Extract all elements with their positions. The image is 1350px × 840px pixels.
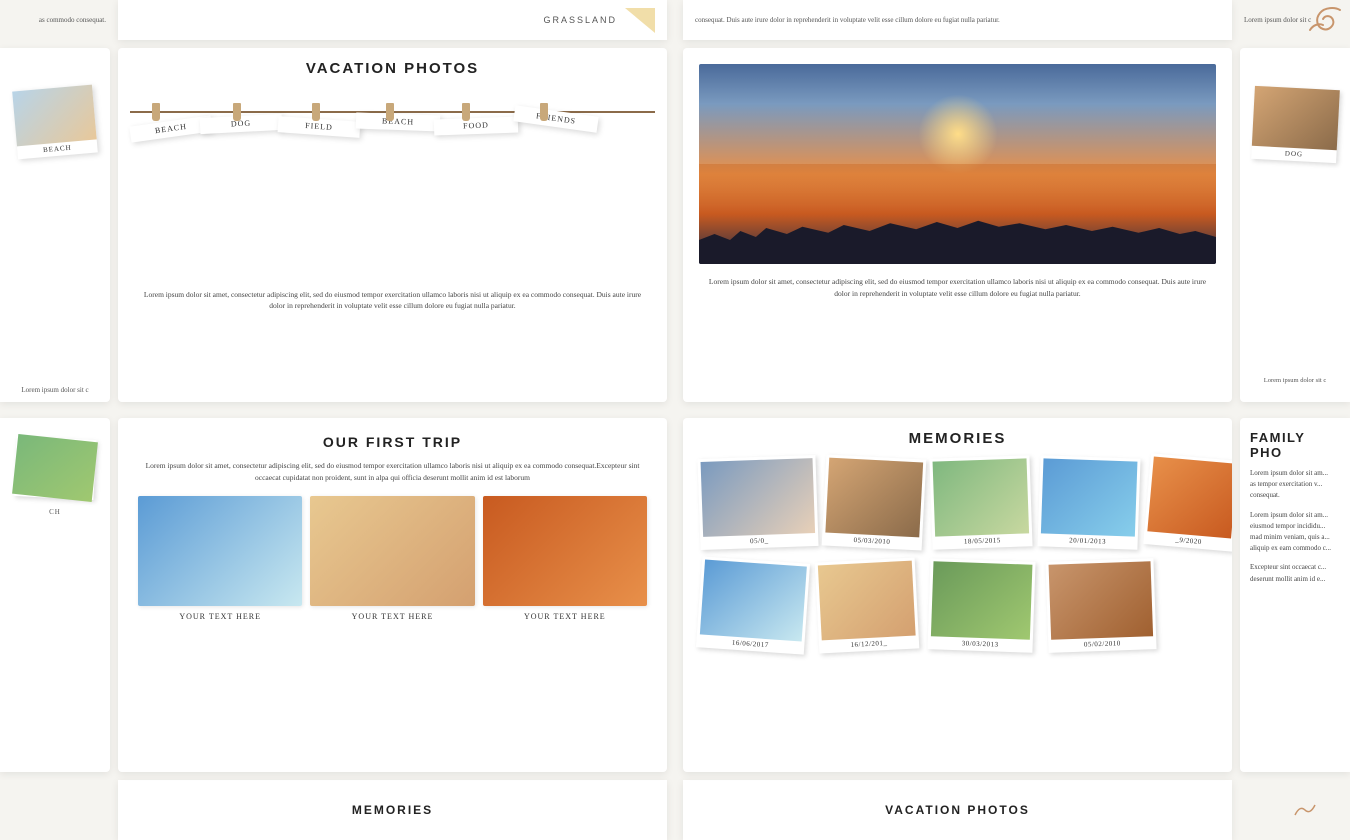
partial-polaroid-field-2 [13,436,96,500]
clothespin-6 [540,103,548,121]
row1-left-bottom-text: Lorem ipsum dolor sit c [17,378,92,402]
vacation-body-text: Lorem ipsum dolor sit amet, consectetur … [134,289,651,312]
large-photo-frame [699,64,1216,264]
memory-photo-5: _9/2020 [1143,453,1232,551]
memory-img-2 [825,458,923,538]
memory-img-8 [931,561,1033,639]
memory-img-9 [1049,561,1154,640]
first-trip-card: OUR FIRST TRIP Lorem ipsum dolor sit ame… [118,418,667,772]
memory-date-8: 30/03/2013 [930,636,1029,652]
family-photo-partial-card: FAMILY PHO Lorem ipsum dolor sit am...as… [1240,418,1350,772]
memory-img-4 [1041,458,1138,536]
memory-date-1: 05/0_ [703,533,815,550]
clothespin-2 [233,103,241,121]
clothespin-4 [386,103,394,121]
bottom-memories-card: MEMORIES [118,780,667,840]
first-trip-caption-2: YOUR TEXT HERE [352,612,434,621]
clothespin-3 [312,103,320,121]
sunset-photo [699,64,1216,264]
memory-date-9: 05/02/2010 [1051,636,1153,653]
memory-date-4: 20/01/2013 [1040,533,1134,549]
top-center-right-text: consequat. Duis aute irure dolor in repr… [695,16,1000,24]
polaroid-friends-label: FRIENDS [513,105,598,133]
sun-glow [918,94,998,174]
top-left-text: as commodo consequat. [39,16,106,24]
row1-left-partial-card: BEACH Lorem ipsum dolor sit c [0,48,110,402]
first-trip-photo-2: YOUR TEXT HERE [310,496,474,756]
polaroid-beach2: BEACH [356,113,441,132]
clothespin-5 [462,103,470,121]
first-trip-caption-3: YOUR TEXT HERE [524,612,606,621]
first-trip-photo-row: YOUR TEXT HERE YOUR TEXT HERE YOUR TEXT … [138,496,647,756]
clothespin-1 [152,103,160,121]
partial-photo-dog-right [1251,86,1339,150]
polaroid-beach2-label: BEACH [356,113,441,132]
memory-photo-1: 05/0_ [697,455,818,550]
polaroid-friends: FRIENDS [513,105,598,133]
polaroid-food: FOOD [434,117,519,136]
grassland-label: GRASSLAND [543,15,617,25]
clothesline-area: BEACH DOG FIELD BEACH FOOD [130,81,655,281]
row2-left-partial-label: CH [49,508,61,516]
bottom-decoration-svg [1290,800,1320,820]
memories-title: MEMORIES [699,430,1216,447]
family-photo-text-2: Lorem ipsum dolor sit am...eiusmod tempo… [1250,510,1340,555]
vacation-photos-card: VACATION PHOTOS BEACH [118,48,667,402]
partial-photo-field-2 [12,434,98,502]
family-photo-title: FAMILY PHO [1250,430,1340,460]
silhouette-people [699,204,1216,264]
memory-photo-6: 16/06/2017 [696,556,810,654]
memories-grid: 05/0_ 05/03/2010 18/05/2015 20/01/2013 _… [699,455,1216,760]
partial-polaroid-dog-right: DOG [1251,86,1340,163]
row2-left-partial-card: CH [0,418,110,772]
memory-photo-2: 05/03/2010 [822,454,927,550]
large-photo-text: Lorem ipsum dolor sit amet, consectetur … [699,276,1216,300]
memory-img-6 [700,560,807,642]
partial-polaroid-beach: BEACH [12,85,98,160]
memory-img-1 [701,458,816,537]
first-trip-photo-frame-3 [483,496,647,606]
family-photo-text-1: Lorem ipsum dolor sit am...as tempor exe… [1250,468,1340,502]
memory-photo-7: 16/12/201_ [815,557,920,653]
memory-img-5 [1147,457,1232,539]
vacation-title: VACATION PHOTOS [134,60,651,77]
partial-photo-beach [12,85,96,147]
bottom-memories-decoration [1290,800,1320,820]
bottom-vacation-title: VACATION PHOTOS [885,803,1030,817]
first-trip-photo-frame-2 [310,496,474,606]
memory-img-3 [933,458,1030,536]
first-trip-body: Lorem ipsum dolor sit amet, consectetur … [138,460,647,484]
memories-card: MEMORIES 05/0_ 05/03/2010 18/05/2015 [683,418,1232,772]
memory-date-3: 18/05/2015 [935,533,1029,549]
first-trip-caption-1: YOUR TEXT HERE [179,612,261,621]
family-photo-text-3: Excepteur sint occaecat c...deserunt mol… [1250,562,1340,584]
polaroid-dog-label: DOG [200,114,283,134]
bottom-memories-title: MEMORIES [352,803,433,817]
bottom-vacation-card: VACATION PHOTOS [683,780,1232,840]
memory-photo-4: 20/01/2013 [1037,455,1140,549]
memory-photo-3: 18/05/2015 [929,455,1032,549]
ocean-reflection [699,164,1216,204]
memory-img-7 [818,561,916,641]
first-trip-title: OUR FIRST TRIP [138,434,647,450]
top-right-text: Lorem ipsum dolor sit c [1244,16,1311,24]
memory-photo-8: 30/03/2013 [927,558,1035,653]
bottom-left-space [0,780,110,840]
polaroid-food-label: FOOD [434,117,519,136]
polaroid-dog: DOG [200,114,283,134]
memory-photo-9: 05/02/2010 [1045,558,1156,653]
first-trip-photo-frame-1 [138,496,302,606]
row1-right-bottom-text: Lorem ipsum dolor sit c [1260,369,1330,392]
decorative-shape [625,8,655,33]
sunset-photo-card: Lorem ipsum dolor sit amet, consectetur … [683,48,1232,402]
row2-left-partial-content: CH [0,418,110,536]
first-trip-photo-1: YOUR TEXT HERE [138,496,302,756]
row1-right-partial-card: DOG Lorem ipsum dolor sit c [1240,48,1350,402]
first-trip-photo-3: YOUR TEXT HERE [483,496,647,756]
